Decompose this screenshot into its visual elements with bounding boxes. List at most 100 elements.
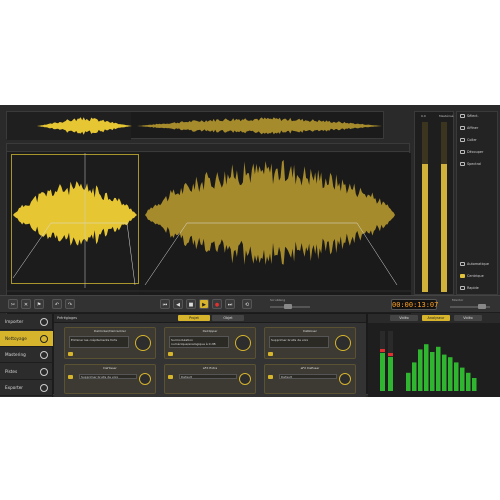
redo-button[interactable]: ↷	[65, 299, 75, 309]
undo-button[interactable]: ↶	[52, 299, 62, 309]
analyzer-tab-2[interactable]: Vidéo	[454, 315, 482, 321]
spectrum-bar	[442, 354, 447, 391]
nav-icon	[40, 367, 48, 376]
stop-button[interactable]: ■	[186, 299, 196, 309]
volume-handle[interactable]	[478, 304, 486, 309]
nav-icon	[40, 334, 48, 343]
tool-label: Découper	[467, 150, 484, 154]
cut-button[interactable]: ✂	[8, 299, 18, 309]
tool-icon	[460, 262, 465, 266]
spectrum-bar	[436, 346, 441, 391]
play-button[interactable]: ▶	[199, 299, 209, 309]
power-icon[interactable]	[168, 375, 173, 379]
scrub-label: Scrubbing	[270, 298, 286, 302]
nav-item-4[interactable]: Exporter	[0, 380, 53, 397]
effect-desc: Supprimer bruits de voix	[269, 336, 329, 348]
tool-7[interactable]: Rapide	[460, 286, 479, 290]
effect-knob[interactable]	[135, 335, 151, 351]
meter-right	[441, 164, 447, 292]
waveform-overview[interactable]	[6, 111, 384, 140]
scrub-handle[interactable]	[284, 304, 292, 309]
loop-button[interactable]: ⟲	[242, 299, 252, 309]
effect-card-3[interactable]: DeHisser Supprimer bruits de voix	[64, 364, 156, 394]
effect-card-1[interactable]: DeClipper Surmodulation numérique/analogi…	[164, 327, 256, 359]
volume-label: Monitor	[452, 298, 464, 302]
analyzer-header: Vidéo Analyseur Vidéo	[368, 314, 500, 323]
tool-1[interactable]: Affiner	[460, 126, 478, 130]
power-icon[interactable]	[268, 352, 273, 356]
nav-item-3[interactable]: Pistes	[0, 364, 53, 380]
preset-select[interactable]: Default	[279, 374, 337, 379]
spectrum-bar	[448, 357, 453, 391]
tool-icon	[460, 114, 465, 118]
effect-card-0[interactable]: DeClicker/DeCrackler Eliminer les crépite…	[64, 327, 156, 359]
skip-back-button[interactable]: ⏮	[160, 299, 170, 309]
effect-knob[interactable]	[239, 373, 251, 385]
tool-icon	[460, 150, 465, 154]
effect-knob[interactable]	[139, 373, 151, 385]
spectrum-bar	[472, 378, 477, 391]
power-icon[interactable]	[68, 352, 73, 356]
nav-icon	[40, 318, 48, 326]
rewind-button[interactable]: ◀	[173, 299, 183, 309]
power-icon[interactable]	[168, 352, 173, 356]
spectrum-bar	[466, 372, 471, 391]
level-meters: 0.0 Mastérisé	[414, 111, 454, 295]
overview-waveform	[7, 112, 382, 140]
tool-4[interactable]: Spectral	[460, 162, 481, 166]
effect-desc: Eliminer les crépitements forts	[69, 336, 129, 348]
preset-select[interactable]: Supprimer bruits de voix	[79, 374, 137, 379]
power-icon[interactable]	[68, 375, 73, 379]
level-meter-left	[380, 353, 385, 391]
analyzer-tab-1[interactable]: Analyseur	[422, 315, 450, 321]
spectrum-bar	[454, 362, 459, 391]
tool-6[interactable]: Centrique	[460, 274, 484, 278]
flag-button[interactable]: ⚑	[34, 299, 44, 309]
meter-label-left: 0.0	[421, 114, 426, 118]
effect-title: DeClicker/DeCrackler	[94, 329, 126, 333]
nav-item-0[interactable]: Importer	[0, 314, 53, 330]
spectrum-bar	[430, 352, 435, 391]
tool-label: Affiner	[467, 126, 479, 130]
presets-label: Préréglages	[57, 316, 77, 320]
tab-projet[interactable]: Projet	[178, 315, 210, 321]
meter-label-right: Mastérisé	[439, 114, 454, 118]
tool-icon	[460, 274, 465, 278]
effect-card-2[interactable]: DeNoiser Supprimer bruits de voix	[264, 327, 356, 359]
tool-panel: Sélect. Affiner Coller Découper Spectral Auto…	[456, 111, 498, 295]
tool-icon	[460, 138, 465, 142]
analyzer-panel: Vidéo Analyseur Vidéo	[368, 314, 500, 397]
analyzer-tab-0[interactable]: Vidéo	[390, 315, 418, 321]
power-icon[interactable]	[268, 375, 273, 379]
effect-knob[interactable]	[235, 335, 251, 351]
time-ruler[interactable]	[7, 144, 409, 152]
workflow-nav: Importer Nettoyage Mastering Pistes Exporter	[0, 314, 53, 397]
nav-item-2[interactable]: Mastering	[0, 347, 53, 364]
effect-card-5[interactable]: aFX DeEsser Default	[264, 364, 356, 394]
spectrum-bar	[412, 362, 417, 391]
level-meter-right	[388, 357, 393, 391]
effects-header: Préréglages Projet Objet	[54, 314, 366, 323]
level-peak-right	[388, 353, 393, 356]
effect-title: DeClipper	[202, 329, 218, 333]
tool-icon	[460, 126, 465, 130]
transport-bar: ✂ ✕ ⚑ ↶ ↷ ⏮ ◀ ■ ▶ ● ⏭ ⟲ Scrubbing 00:00:13:07…	[0, 295, 500, 313]
tool-0[interactable]: Sélect.	[460, 114, 479, 118]
effect-title: DeNoiser	[303, 329, 317, 333]
record-button[interactable]: ●	[212, 299, 222, 309]
tool-3[interactable]: Découper	[460, 150, 483, 154]
nav-item-1[interactable]: Nettoyage	[0, 330, 53, 347]
skip-forward-button[interactable]: ⏭	[225, 299, 235, 309]
time-display: 00:00:13:07	[391, 299, 439, 310]
preset-select[interactable]: Default	[179, 374, 237, 379]
effect-knob[interactable]	[339, 373, 351, 385]
spectrum-analyzer	[380, 331, 477, 391]
spectrum-bar	[424, 344, 429, 391]
tab-objet[interactable]: Objet	[212, 315, 244, 321]
effect-card-4[interactable]: aFX Extra Default	[164, 364, 256, 394]
effect-knob[interactable]	[335, 335, 351, 351]
tool-2[interactable]: Coller	[460, 138, 477, 142]
tool-5[interactable]: Automatique	[460, 262, 489, 266]
nav-icon	[40, 384, 48, 393]
copy-button[interactable]: ✕	[21, 299, 31, 309]
